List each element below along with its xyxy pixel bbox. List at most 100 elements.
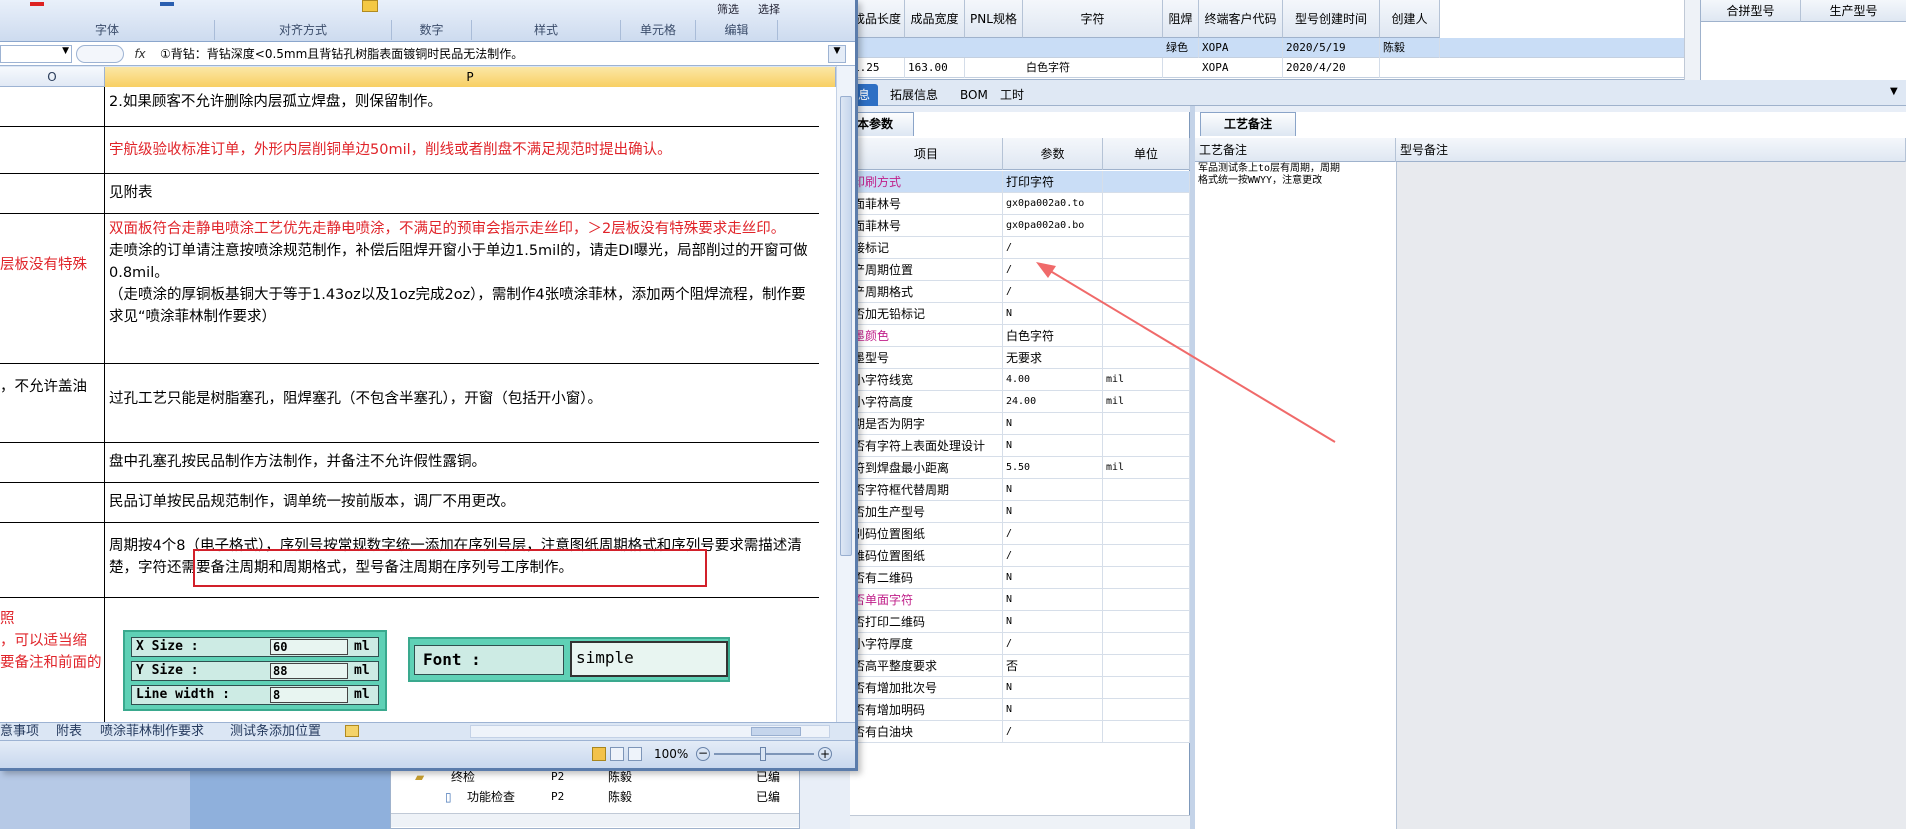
- note-col-process[interactable]: 工艺备注: [1195, 138, 1396, 162]
- sheet-tab[interactable]: 测试条添加位置: [230, 724, 321, 740]
- param-row[interactable]: 否有二维码 N: [850, 567, 1190, 589]
- fill-color-icon[interactable]: [160, 2, 174, 6]
- ribbon-group-edit[interactable]: 编辑: [696, 20, 778, 40]
- param-row[interactable]: 面菲林号 gx0pa002a0.bo: [850, 215, 1190, 237]
- name-box[interactable]: ▼: [0, 45, 72, 63]
- zoom-level[interactable]: 100%: [654, 747, 688, 761]
- merge-icon[interactable]: [362, 0, 378, 12]
- model-note-area[interactable]: [1396, 162, 1906, 829]
- param-value[interactable]: gx0pa002a0.bo: [1003, 215, 1103, 237]
- side-header[interactable]: 合拼型号: [1701, 0, 1801, 22]
- worksheet[interactable]: 2.如果顾客不允许删除内层孤立焊盘，则保留制作。 宇航级验收标准订单，外形内层削…: [0, 87, 840, 722]
- param-row[interactable]: 否有增加批次号 N: [850, 677, 1190, 699]
- param-row[interactable]: 否高平整度要求否: [850, 655, 1190, 677]
- side-header[interactable]: 生产型号: [1801, 0, 1906, 22]
- process-note-text[interactable]: 军品测试条上to层有周期，周期 格式统一按WWYY，注意更改: [1198, 163, 1396, 223]
- sheet-tab[interactable]: 附表: [56, 724, 82, 740]
- param-value[interactable]: 打印字符: [1003, 171, 1103, 193]
- chevron-down-icon[interactable]: ▼: [828, 45, 846, 63]
- cell[interactable]: 民品订单按民品规范制作，调单统一按前版本，调厂不用更改。: [105, 483, 819, 523]
- param-value[interactable]: 否: [1003, 655, 1103, 677]
- cell[interactable]: [0, 523, 105, 598]
- ribbon-group-number[interactable]: 数字: [392, 20, 472, 40]
- param-value[interactable]: N: [1003, 611, 1103, 633]
- tab-process-note[interactable]: 工艺备注: [1200, 112, 1296, 136]
- tab-hours[interactable]: 工时: [992, 84, 1032, 106]
- param-row[interactable]: 维码位置图纸 /: [850, 545, 1190, 567]
- param-value[interactable]: /: [1003, 721, 1103, 743]
- cell[interactable]: 2.如果顾客不允许删除内层孤立焊盘，则保留制作。: [105, 87, 819, 127]
- param-value[interactable]: 5.50: [1003, 457, 1103, 479]
- vertical-scrollbar[interactable]: [836, 66, 855, 722]
- param-value[interactable]: N: [1003, 589, 1103, 611]
- zoom-in-icon[interactable]: +: [818, 747, 832, 761]
- cell[interactable]: 层板没有特殊: [0, 214, 105, 364]
- param-row[interactable]: 否有白油块 /: [850, 721, 1190, 743]
- grid-scrollbar[interactable]: [1684, 0, 1700, 80]
- grid-row-selected[interactable]: 绿色 XOPA 2020/5/19 陈毅: [850, 38, 1684, 58]
- chevron-down-icon[interactable]: ▼: [62, 46, 69, 56]
- param-col-unit[interactable]: 单位: [1103, 138, 1190, 170]
- param-row[interactable]: 否单面字符 N: [850, 589, 1190, 611]
- filter-button[interactable]: 筛选: [717, 2, 739, 18]
- column-o[interactable]: O: [0, 67, 105, 87]
- param-value[interactable]: N: [1003, 699, 1103, 721]
- param-value[interactable]: N: [1003, 567, 1103, 589]
- chevron-down-icon[interactable]: ▼: [1890, 86, 1898, 97]
- cell[interactable]: 见附表: [105, 174, 819, 214]
- param-row[interactable]: 否加生产型号 N: [850, 501, 1190, 523]
- page-layout-icon[interactable]: [610, 747, 624, 761]
- grid-header[interactable]: 型号创建时间: [1283, 0, 1380, 38]
- param-row[interactable]: 符到焊盘最小距离 5.50 mil: [850, 457, 1190, 479]
- ribbon-group-font[interactable]: 字体: [0, 20, 215, 40]
- insert-sheet-icon[interactable]: [345, 725, 359, 737]
- sheet-tab[interactable]: 喷涂菲林制作要求: [100, 724, 204, 740]
- cell[interactable]: [0, 87, 105, 127]
- grid-header[interactable]: 创建人: [1380, 0, 1440, 38]
- font-settings-image[interactable]: Font : simple: [408, 637, 730, 682]
- param-scrollbar[interactable]: [850, 815, 1190, 829]
- tab-bom[interactable]: BOM: [952, 84, 996, 106]
- cell[interactable]: 宇航级验收标准订单，外形内层削铜单边50mil，削线或者削盘不满足规范时提出确认…: [105, 127, 819, 174]
- param-row[interactable]: 否有增加明码 N: [850, 699, 1190, 721]
- grid-header[interactable]: 阻焊: [1163, 0, 1199, 38]
- param-col-value[interactable]: 参数: [1003, 138, 1103, 170]
- scroll-thumb[interactable]: [840, 96, 852, 556]
- ribbon-group-style[interactable]: 样式: [472, 20, 621, 40]
- param-row[interactable]: 印刷方式 打印字符: [850, 171, 1190, 193]
- ribbon-group-cells[interactable]: 单元格: [621, 20, 696, 40]
- param-value[interactable]: /: [1003, 633, 1103, 655]
- tab-basic-params[interactable]: 本参数: [850, 112, 914, 136]
- cell[interactable]: 过孔工艺只能是树脂塞孔，阻焊塞孔（不包含半塞孔），开窗（包括开小窗）。: [105, 364, 819, 443]
- horizontal-scrollbar[interactable]: [470, 725, 830, 738]
- size-settings-image[interactable]: X Size : 60 ml Y Size : 88 ml Line width…: [123, 630, 387, 711]
- scroll-thumb[interactable]: [751, 727, 801, 736]
- param-row[interactable]: 面菲林号 gx0pa002a0.to: [850, 193, 1190, 215]
- fx-icon[interactable]: fx: [128, 45, 152, 63]
- cell[interactable]: [0, 127, 105, 174]
- column-p[interactable]: P: [105, 67, 836, 87]
- select-button[interactable]: 选择: [758, 2, 780, 18]
- param-row[interactable]: 否字符框代替周期 N: [850, 479, 1190, 501]
- param-row[interactable]: 小字符厚度 /: [850, 633, 1190, 655]
- cell[interactable]: 盘中孔塞孔按民品制作方法制作，并备注不允许假性露铜。: [105, 443, 819, 483]
- normal-view-icon[interactable]: [592, 747, 606, 761]
- note-col-model[interactable]: 型号备注: [1396, 138, 1906, 162]
- grid-header[interactable]: 终端客户代码: [1199, 0, 1283, 38]
- zoom-thumb[interactable]: [760, 747, 766, 761]
- tree-row[interactable]: ▯ 功能检查 P2 陈毅 已编: [391, 787, 801, 807]
- param-value[interactable]: N: [1003, 501, 1103, 523]
- cell[interactable]: 照 ，可以适当缩 要备注和前面的: [0, 598, 105, 722]
- grid-header[interactable]: 成品长度: [850, 0, 905, 38]
- expand-button[interactable]: [76, 45, 124, 63]
- param-value[interactable]: gx0pa002a0.to: [1003, 193, 1103, 215]
- param-row[interactable]: 否打印二维码 N: [850, 611, 1190, 633]
- grid-header[interactable]: 字符: [1023, 0, 1163, 38]
- param-value[interactable]: /: [1003, 523, 1103, 545]
- formula-input[interactable]: ①背钻：背钻深度<0.5mm且背钻孔树脂表面镀铜时民品无法制作。: [160, 45, 820, 63]
- sheet-tab[interactable]: 意事项: [0, 724, 39, 740]
- cell[interactable]: [0, 174, 105, 214]
- param-value[interactable]: N: [1003, 479, 1103, 501]
- param-value[interactable]: N: [1003, 677, 1103, 699]
- tree-scrollbar[interactable]: [391, 813, 799, 827]
